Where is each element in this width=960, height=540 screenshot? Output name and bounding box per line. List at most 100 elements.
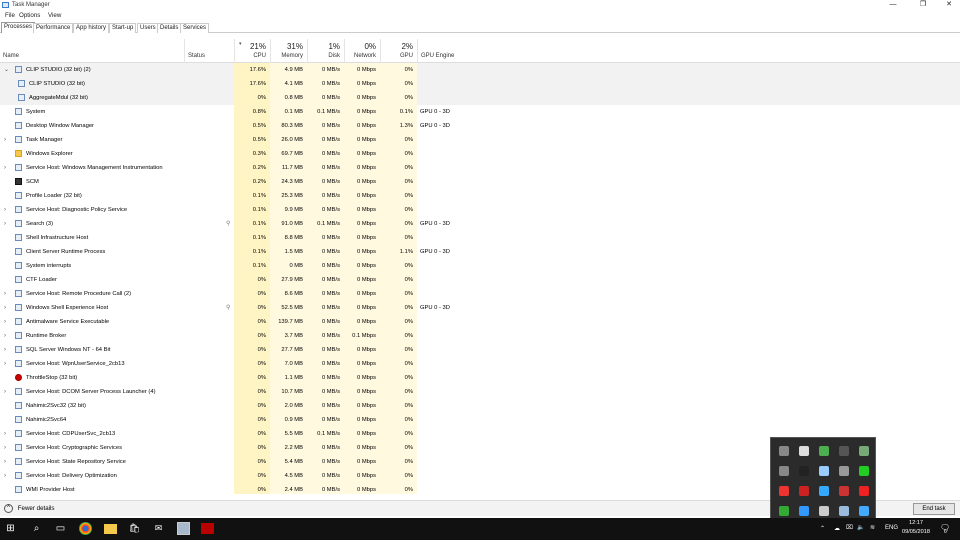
chevron-right-icon[interactable]: › xyxy=(4,455,6,469)
language-indicator[interactable]: ENG xyxy=(885,525,898,531)
tray-app-icon[interactable] xyxy=(839,486,849,496)
end-task-button[interactable]: End task xyxy=(913,503,955,515)
table-row[interactable]: AggregateMdul (32 bit) 0% 0.8 MB 0 MB/s 0 Mb… xyxy=(0,91,960,105)
search-icon[interactable]: ⌕ xyxy=(30,522,43,535)
tray-app-icon[interactable] xyxy=(839,506,849,516)
menu-view[interactable]: View xyxy=(48,12,61,19)
table-row[interactable]: SCM 0.2% 24.3 MB 0 MB/s 0 Mbps 0% xyxy=(0,175,960,189)
mail-icon[interactable]: ✉ xyxy=(152,522,165,535)
tray-app-icon[interactable] xyxy=(819,466,829,476)
tray-app-icon[interactable] xyxy=(779,486,789,496)
filezilla-icon[interactable] xyxy=(201,523,214,534)
menu-file[interactable]: File xyxy=(5,12,15,19)
chevron-right-icon[interactable]: › xyxy=(4,469,6,483)
chevron-right-icon[interactable]: › xyxy=(4,441,6,455)
col-gpu[interactable]: 2% GPU xyxy=(380,39,417,63)
tab-users[interactable]: Users xyxy=(137,23,159,33)
tray-app-icon[interactable] xyxy=(819,446,829,456)
tray-app-icon[interactable] xyxy=(779,506,789,516)
table-row[interactable]: Profile Loader (32 bit) 0.1% 25.3 MB 0 MB/s… xyxy=(0,189,960,203)
table-row[interactable]: System interrupts 0.1% 0 MB 0 MB/s 0 Mbps 0% xyxy=(0,259,960,273)
chevron-right-icon[interactable]: › xyxy=(4,203,6,217)
tray-app-icon[interactable] xyxy=(819,506,829,516)
clock-time[interactable]: 12:17 xyxy=(909,520,923,526)
table-row[interactable]: Shell Infrastructure Host 0.1% 8.8 MB 0 MB/… xyxy=(0,231,960,245)
tray-app-icon[interactable] xyxy=(779,446,789,456)
store-icon[interactable]: 🛍 xyxy=(128,522,141,535)
chevron-right-icon[interactable]: › xyxy=(4,301,6,315)
chevron-up-icon[interactable]: ⌃ xyxy=(820,525,825,532)
cloud-icon[interactable]: ☁ xyxy=(834,525,840,532)
tray-app-icon[interactable] xyxy=(859,466,869,476)
tray-app-icon[interactable] xyxy=(859,486,869,496)
tab-services[interactable]: Services xyxy=(180,23,210,33)
table-row[interactable]: CLIP STUDIO (32 bit) 17.6% 4.1 MB 0 MB/s 0 M… xyxy=(0,77,960,91)
chevron-right-icon[interactable]: › xyxy=(4,161,6,175)
tray-app-icon[interactable] xyxy=(799,466,809,476)
col-status[interactable]: Status xyxy=(184,39,234,63)
chevron-down-icon[interactable]: ⌄ xyxy=(4,63,9,77)
table-row[interactable]: System 0.8% 0.1 MB 0.1 MB/s 0 Mbps 0.1% GPU 0 … xyxy=(0,105,960,119)
clock-date[interactable]: 09/05/2018 xyxy=(902,529,930,535)
chrome-icon[interactable] xyxy=(79,522,92,535)
col-gpu-engine[interactable]: GPU Engine xyxy=(417,39,517,63)
file-explorer-icon[interactable] xyxy=(104,524,117,534)
table-row[interactable]: ThrottleStop (32 bit) 0% 1.1 MB 0 MB/s 0 Mbp… xyxy=(0,371,960,385)
table-row[interactable]: Client Server Runtime Process 0.1% 1.5 MB 0… xyxy=(0,245,960,259)
chevron-right-icon[interactable]: › xyxy=(4,385,6,399)
table-row[interactable]: › Service Host: Diagnostic Policy Service… xyxy=(0,203,960,217)
col-network[interactable]: 0% Network xyxy=(344,39,380,63)
table-row[interactable]: Windows Explorer 0.3% 69.7 MB 0 MB/s 0 Mbps 0… xyxy=(0,147,960,161)
minimize-button[interactable]: — xyxy=(882,0,904,11)
network-icon[interactable]: ⌧ xyxy=(846,524,853,531)
chevron-right-icon[interactable]: › xyxy=(4,357,6,371)
table-row[interactable]: CTF Loader 0% 27.9 MB 0 MB/s 0 Mbps 0% xyxy=(0,273,960,287)
chevron-right-icon[interactable]: › xyxy=(4,133,6,147)
table-row[interactable]: › Task Manager 0.5% 26.0 MB 0 MB/s 0 Mbps 0% xyxy=(0,133,960,147)
menu-options[interactable]: Options xyxy=(19,12,40,19)
table-row[interactable]: Nahimic2Svc64 0% 0.9 MB 0 MB/s 0 Mbps 0% xyxy=(0,413,960,427)
task-manager-icon[interactable] xyxy=(177,522,190,535)
tray-app-icon[interactable] xyxy=(839,446,849,456)
tray-app-icon[interactable] xyxy=(859,446,869,456)
tray-app-icon[interactable] xyxy=(819,486,829,496)
chevron-right-icon[interactable]: › xyxy=(4,329,6,343)
chevron-right-icon[interactable]: › xyxy=(4,427,6,441)
table-row[interactable]: Nahimic2Svc32 (32 bit) 0% 2.0 MB 0 MB/s 0 Mb… xyxy=(0,399,960,413)
col-memory[interactable]: 31% Memory xyxy=(270,39,307,63)
chevron-right-icon[interactable]: › xyxy=(4,217,6,231)
task-view-icon[interactable]: ▭ xyxy=(54,522,67,535)
table-row[interactable]: Desktop Window Manager 0.5% 80.3 MB 0 MB/s 0… xyxy=(0,119,960,133)
tray-app-icon[interactable] xyxy=(839,466,849,476)
tab-performance[interactable]: Performance xyxy=(33,23,74,33)
tab-app-history[interactable]: App history xyxy=(73,23,110,33)
maximize-button[interactable]: ❐ xyxy=(912,0,934,11)
table-row[interactable]: › Search (3) ⚲ 0.1% 91.0 MB 0.1 MB/s 0 Mbps 0% G… xyxy=(0,217,960,231)
table-row[interactable]: › Service Host: WpnUserService_2cb13 0% 7.0… xyxy=(0,357,960,371)
windows-start-icon[interactable]: ⊞ xyxy=(4,522,17,535)
table-row[interactable]: › Antimalware Service Executable 0% 139.7 M… xyxy=(0,315,960,329)
table-row[interactable]: › Service Host: DCOM Server Process Launc… xyxy=(0,385,960,399)
table-row[interactable]: › Service Host: Remote Procedure Call (2)… xyxy=(0,287,960,301)
col-name[interactable]: Name xyxy=(0,39,184,63)
table-row[interactable]: › SQL Server Windows NT - 64 Bit 0% 27.7 MB… xyxy=(0,343,960,357)
tray-app-icon[interactable] xyxy=(799,446,809,456)
chevron-right-icon[interactable]: › xyxy=(4,343,6,357)
table-row[interactable]: › Windows Shell Experience Host ⚲ 0% 52.5 MB… xyxy=(0,301,960,315)
volume-icon[interactable]: 🔈 xyxy=(857,524,864,531)
tray-app-icon[interactable] xyxy=(799,506,809,516)
table-row[interactable]: › Runtime Broker 0% 3.7 MB 0 MB/s 0.1 Mbps 0% xyxy=(0,329,960,343)
wifi-icon[interactable]: ≋ xyxy=(870,524,875,531)
close-button[interactable]: ✕ xyxy=(938,0,960,11)
tab-details[interactable]: Details xyxy=(157,23,182,33)
tab-startup[interactable]: Start-up xyxy=(109,23,137,33)
table-row[interactable]: ⌄ CLIP STUDIO (32 bit) (2) 17.6% 4.9 MB 0 MB… xyxy=(0,63,960,77)
tray-app-icon[interactable] xyxy=(859,506,869,516)
fewer-details-button[interactable]: ^ Fewer details xyxy=(4,504,55,513)
table-row[interactable]: › Service Host: Windows Management Instru… xyxy=(0,161,960,175)
tray-app-icon[interactable] xyxy=(779,466,789,476)
chevron-right-icon[interactable]: › xyxy=(4,315,6,329)
tray-app-icon[interactable] xyxy=(799,486,809,496)
col-disk[interactable]: 1% Disk xyxy=(307,39,344,63)
tab-processes[interactable]: Processes xyxy=(1,22,36,33)
